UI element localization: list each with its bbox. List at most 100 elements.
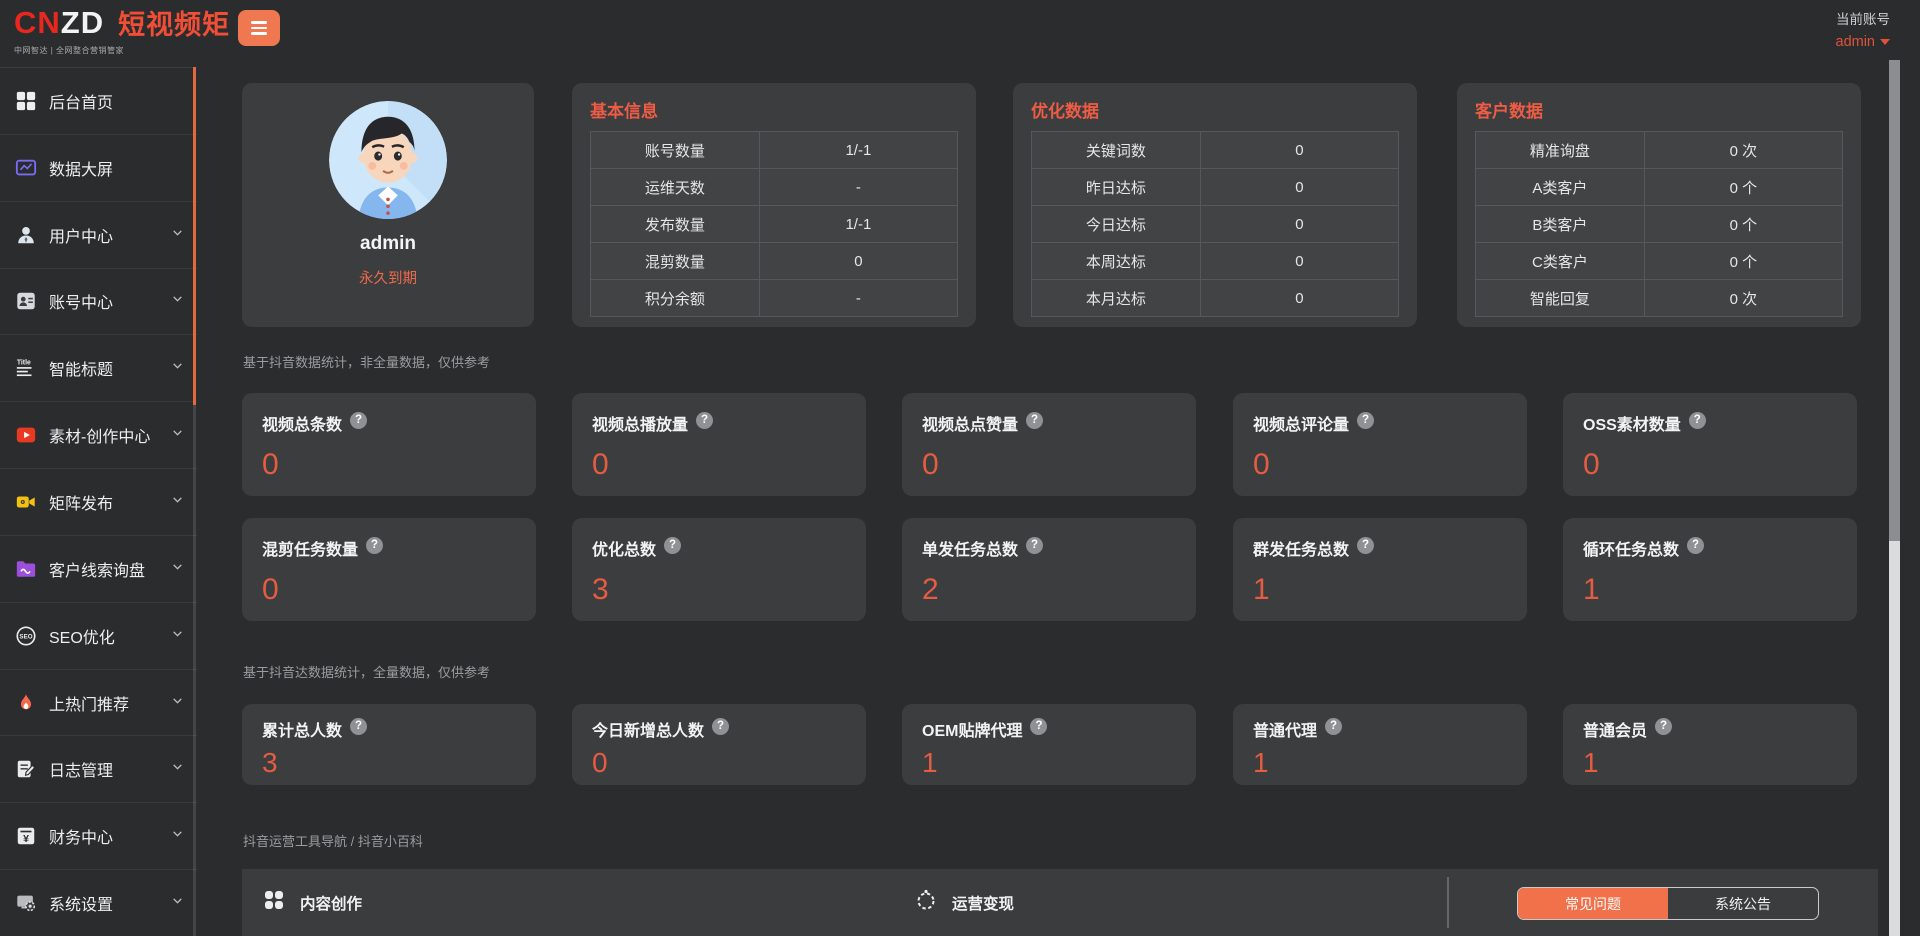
row-value: 0: [1200, 169, 1398, 206]
sidebar-item-matrix-publish[interactable]: 矩阵发布: [0, 469, 197, 536]
help-icon[interactable]: [1655, 718, 1672, 735]
row-value: 0 次: [1644, 132, 1842, 169]
row-value: 0: [759, 243, 957, 280]
stat-value: 1: [922, 747, 1176, 779]
help-icon[interactable]: [1689, 412, 1706, 429]
sidebar-item-customer-leads[interactable]: 客户线索询盘: [0, 536, 197, 603]
row-label: C类客户: [1476, 243, 1645, 280]
chevron-down-icon: [171, 426, 184, 444]
help-icon[interactable]: [350, 412, 367, 429]
help-icon[interactable]: [350, 718, 367, 735]
logo-zd: ZD: [61, 5, 104, 40]
table-row: 关键词数0: [1032, 132, 1399, 169]
tab-faq[interactable]: 常见问题: [1518, 888, 1668, 919]
sidebar-item-user-center[interactable]: 用户中心: [0, 202, 197, 269]
sidebar-item-seo[interactable]: SEO SEO优化: [0, 603, 197, 670]
stat-card-total-users: 累计总人数 3: [242, 704, 536, 785]
stat-value: 0: [262, 573, 516, 607]
user-center-icon: [14, 223, 38, 247]
row-label: 今日达标: [1032, 206, 1201, 243]
table-row: 智能回复0 次: [1476, 280, 1843, 317]
help-icon[interactable]: [1026, 537, 1043, 554]
tab-announcements[interactable]: 系统公告: [1668, 888, 1818, 919]
sidebar-item-logs[interactable]: 日志管理: [0, 736, 197, 803]
sidebar-item-account-center[interactable]: 账号中心: [0, 269, 197, 336]
footer-section-monetization[interactable]: 运营变现: [914, 869, 1014, 936]
note-douyin-stats: 基于抖音数据统计，非全量数据，仅供参考: [243, 352, 490, 371]
help-icon[interactable]: [1357, 537, 1374, 554]
sidebar-scrollbar-thumb[interactable]: [193, 67, 196, 405]
chevron-down-icon: [171, 694, 184, 712]
page-scrollbar[interactable]: [1889, 60, 1900, 936]
profile-expiry: 永久到期: [242, 267, 534, 288]
row-value: 0 个: [1644, 206, 1842, 243]
sidebar-item-label: 智能标题: [49, 356, 113, 380]
note-tools-nav: 抖音运营工具导航 / 抖音小百科: [243, 831, 423, 850]
seo-icon: SEO: [14, 624, 38, 648]
help-icon[interactable]: [366, 537, 383, 554]
footer-divider: [1447, 877, 1449, 928]
help-icon[interactable]: [1325, 718, 1342, 735]
stat-card-video-total: 视频总条数 0: [242, 393, 536, 496]
customer-data-table: 精准询盘0 次 A类客户0 个 B类客户0 个 C类客户0 个 智能回复0 次: [1475, 131, 1843, 317]
ring-icon: [914, 888, 938, 917]
sidebar-item-label: 素材-创作中心: [49, 423, 150, 447]
sidebar-item-smart-title[interactable]: Title 智能标题: [0, 335, 197, 402]
table-row: 混剪数量0: [591, 243, 958, 280]
sidebar-item-material-center[interactable]: 素材-创作中心: [0, 402, 197, 469]
stat-card-mix-tasks: 混剪任务数量 0: [242, 518, 536, 621]
stat-card-video-likes: 视频总点赞量 0: [902, 393, 1196, 496]
menu-toggle-button[interactable]: [238, 10, 280, 46]
page-scrollbar-thumb[interactable]: [1889, 541, 1900, 936]
sidebar-item-settings[interactable]: 系统设置: [0, 870, 197, 936]
sidebar-item-label: SEO优化: [49, 624, 115, 648]
chevron-down-icon: [171, 827, 184, 845]
account-dropdown[interactable]: admin: [1836, 34, 1891, 50]
hamburger-icon: [251, 21, 267, 23]
row-value: 0 个: [1644, 243, 1842, 280]
row-label: 本周达标: [1032, 243, 1201, 280]
stat-card-new-users-today: 今日新增总人数 0: [572, 704, 866, 785]
sidebar-item-label: 客户线索询盘: [49, 557, 145, 581]
page: { "brand": { "logo_cn": "CN", "logo_zd":…: [0, 0, 1920, 936]
row-label: 积分余额: [591, 280, 760, 317]
data-screen-icon: [14, 156, 38, 180]
help-icon[interactable]: [1030, 718, 1047, 735]
log-icon: [14, 757, 38, 781]
row-label: 本月达标: [1032, 280, 1201, 317]
table-row: 账号数量1/-1: [591, 132, 958, 169]
sidebar-item-label: 后台首页: [49, 89, 113, 113]
sidebar-item-data-screen[interactable]: 数据大屏: [0, 135, 197, 202]
help-icon[interactable]: [664, 537, 681, 554]
optimize-data-table: 关键词数0 昨日达标0 今日达标0 本周达标0 本月达标0: [1031, 131, 1399, 317]
sidebar-scrollbar[interactable]: [193, 67, 196, 936]
help-icon[interactable]: [1357, 412, 1374, 429]
footer-section-label: 运营变现: [952, 892, 1014, 914]
row-value: 0 次: [1644, 280, 1842, 317]
sidebar-item-trending[interactable]: 上热门推荐: [0, 670, 197, 737]
stat-card-optimize-total: 优化总数 3: [572, 518, 866, 621]
help-icon[interactable]: [712, 718, 729, 735]
sidebar-item-dashboard[interactable]: 后台首页: [0, 68, 197, 135]
svg-text:Title: Title: [17, 360, 31, 367]
sidebar-item-label: 日志管理: [49, 757, 113, 781]
help-icon[interactable]: [1687, 537, 1704, 554]
footer-section-label: 内容创作: [300, 892, 362, 914]
help-icon[interactable]: [1026, 412, 1043, 429]
stat-card-video-plays: 视频总播放量 0: [572, 393, 866, 496]
stat-value: 1: [1253, 573, 1507, 607]
account-center-icon: [14, 289, 38, 313]
chevron-down-icon: [171, 627, 184, 645]
sidebar-item-label: 财务中心: [49, 824, 113, 848]
table-row: 今日达标0: [1032, 206, 1399, 243]
basic-info-card: 基本信息 账号数量1/-1 运维天数- 发布数量1/-1 混剪数量0 积分余额-: [572, 83, 976, 327]
caret-down-icon: [1880, 39, 1890, 45]
sidebar-item-label: 数据大屏: [49, 156, 113, 180]
footer-section-content-creation[interactable]: 内容创作: [262, 869, 362, 936]
sidebar-item-finance[interactable]: ¥ 财务中心: [0, 803, 197, 870]
chevron-down-icon: [171, 560, 184, 578]
help-icon[interactable]: [696, 412, 713, 429]
avatar: [329, 101, 447, 219]
chevron-down-icon: [171, 226, 184, 244]
row-label: 发布数量: [591, 206, 760, 243]
